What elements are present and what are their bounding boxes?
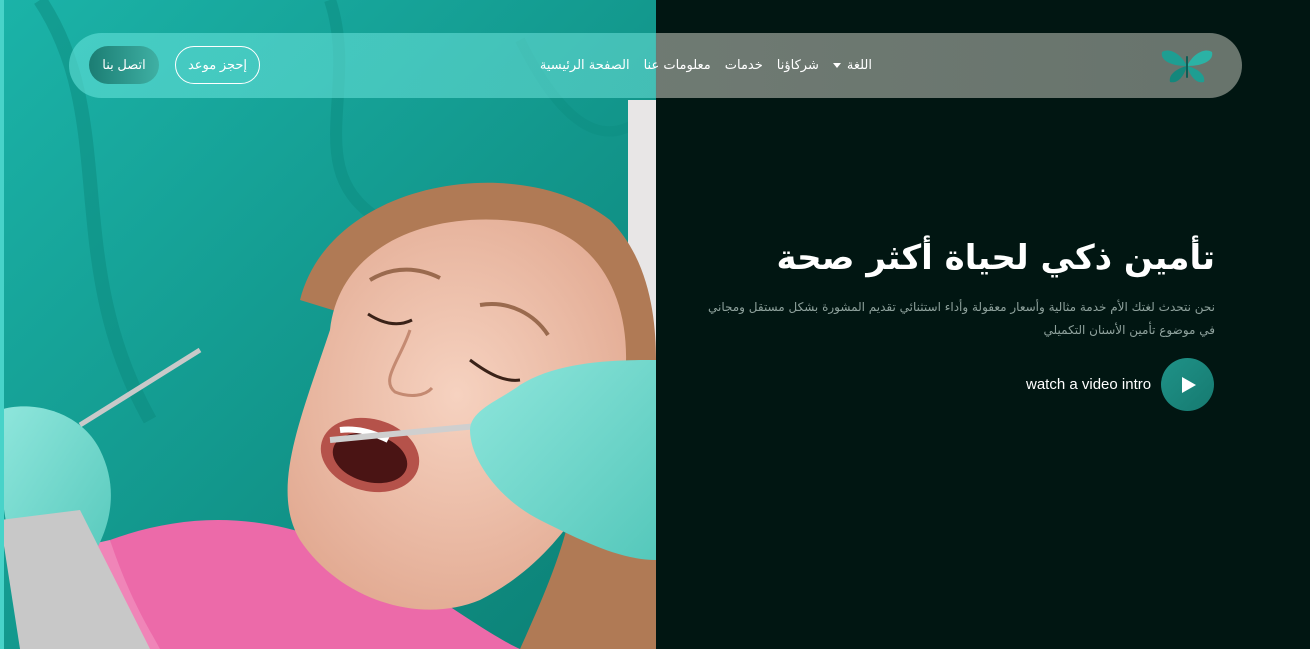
play-video-button[interactable] <box>1161 358 1214 411</box>
contact-us-button[interactable]: اتصل بنا <box>89 46 159 84</box>
play-icon <box>1181 376 1196 393</box>
photo-edge <box>0 0 4 649</box>
navbar: اتصل بنا إحجز موعد الصفحة الرئيسية معلوم… <box>69 33 1242 98</box>
book-appointment-button[interactable]: إحجز موعد <box>175 46 260 84</box>
language-label: اللغة <box>846 58 872 73</box>
butterfly-logo-icon[interactable] <box>1160 46 1214 86</box>
nav-links: الصفحة الرئيسية معلومات عنا خدمات شركاؤن… <box>540 33 872 98</box>
nav-link-partners[interactable]: شركاؤنا <box>777 58 819 73</box>
nav-link-home[interactable]: الصفحة الرئيسية <box>540 58 630 73</box>
watch-video-label[interactable]: watch a video intro <box>1026 376 1151 393</box>
chevron-down-icon <box>832 63 841 68</box>
nav-link-about[interactable]: معلومات عنا <box>644 58 711 73</box>
nav-link-language[interactable]: اللغة <box>832 58 872 73</box>
hero-description: نحن نتحدث لغتك الأم خدمة مثالية وأسعار م… <box>708 300 1215 337</box>
hero-title: تأمين ذكي لحياة أكثر صحة <box>776 238 1215 278</box>
nav-link-services[interactable]: خدمات <box>725 58 763 73</box>
